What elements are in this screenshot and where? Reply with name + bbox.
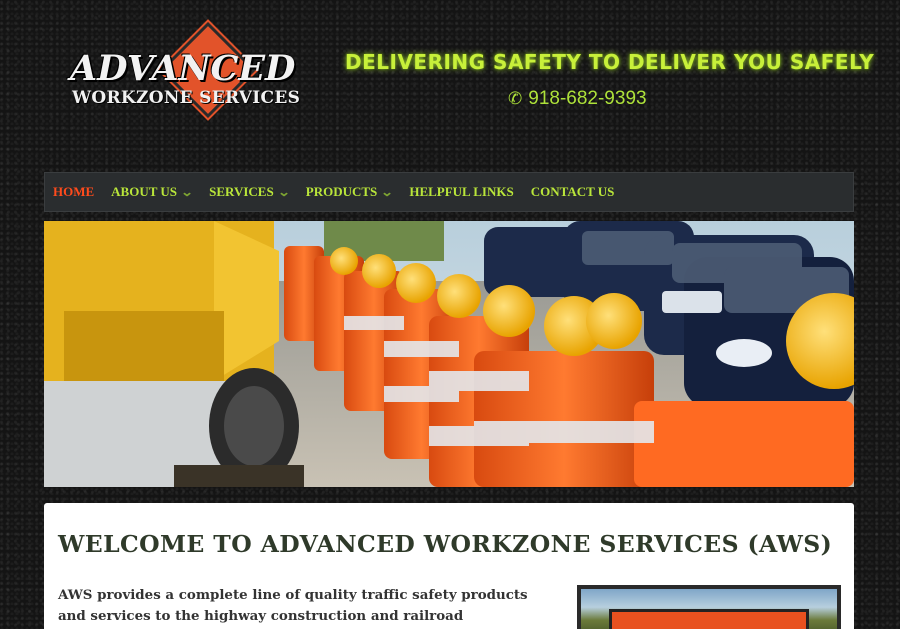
nav-item-services[interactable]: SERVICES ⌄ — [209, 184, 291, 200]
intro-paragraph: AWS provides a complete line of quality … — [58, 587, 528, 624]
logo-subtitle: WORKZONE SERVICES — [72, 88, 301, 108]
nav-item-label: HOME — [53, 184, 95, 199]
nav-item-home[interactable]: HOME — [53, 184, 94, 200]
site-tagline: DELIVERING SAFETY TO DELIVER YOU SAFELY — [345, 50, 875, 74]
nav-item-helpful-links[interactable]: HELPFUL LINKS — [409, 184, 513, 200]
main-nav: HOME ABOUT US ⌄ SERVICES ⌄ PRODUCTS ⌄ HE… — [44, 172, 854, 212]
nav-item-contact-us[interactable]: CONTACT US — [531, 184, 615, 200]
chevron-down-icon: ⌄ — [380, 184, 394, 199]
nav-item-products[interactable]: PRODUCTS ⌄ — [305, 184, 394, 200]
nav-item-label: HELPFUL LINKS — [409, 184, 514, 199]
phone-icon: ✆ — [508, 89, 523, 108]
hero-image — [44, 221, 854, 487]
side-photo — [577, 585, 841, 629]
nav-item-label: PRODUCTS — [305, 184, 378, 199]
phone-number-link[interactable]: ✆ 918-682-9393 — [508, 88, 658, 110]
construction-sign-icon — [609, 609, 809, 629]
nav-item-label: CONTACT US — [530, 184, 615, 199]
site-logo[interactable]: ADVANCED WORKZONE SERVICES — [70, 19, 301, 131]
side-photo-image — [581, 589, 837, 629]
nav-item-label: SERVICES — [209, 184, 274, 199]
page-title: WELCOME TO ADVANCED WORKZONE SERVICES (A… — [58, 530, 833, 558]
nav-item-label: ABOUT US — [111, 184, 178, 199]
logo-title: ADVANCED — [70, 48, 296, 89]
chevron-down-icon: ⌄ — [277, 184, 291, 199]
hero-illustration — [44, 221, 854, 487]
phone-number: 918-682-9393 — [528, 88, 647, 109]
chevron-down-icon: ⌄ — [180, 184, 194, 199]
welcome-section: WELCOME TO ADVANCED WORKZONE SERVICES (A… — [44, 503, 854, 629]
nav-item-about-us[interactable]: ABOUT US ⌄ — [111, 184, 194, 200]
